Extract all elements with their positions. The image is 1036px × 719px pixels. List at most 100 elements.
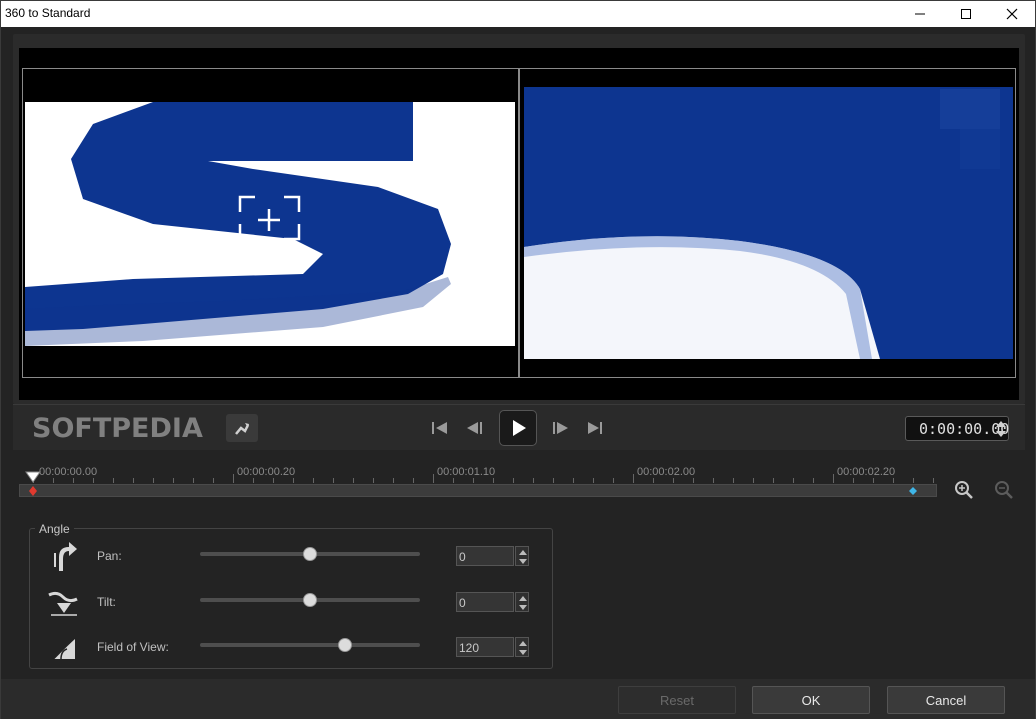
ruler-tick bbox=[713, 478, 714, 483]
source-image bbox=[25, 102, 515, 346]
keyframe-end bbox=[909, 487, 917, 495]
ruler-tick bbox=[433, 474, 434, 483]
close-button[interactable] bbox=[989, 1, 1035, 27]
pan-spinner[interactable] bbox=[515, 546, 529, 566]
step-forward-button[interactable] bbox=[550, 417, 572, 439]
ruler-tick bbox=[933, 478, 934, 483]
fov-spinner[interactable] bbox=[515, 637, 529, 657]
footer-bar bbox=[1, 679, 1035, 719]
ruler-tick bbox=[373, 478, 374, 483]
ruler-tick bbox=[593, 478, 594, 483]
tick-label: 00:00:01.10 bbox=[437, 466, 496, 478]
tilt-spinner[interactable] bbox=[515, 592, 529, 612]
ruler-tick bbox=[853, 478, 854, 483]
ruler-tick bbox=[493, 478, 494, 483]
output-image bbox=[524, 87, 1013, 359]
minimize-button[interactable] bbox=[897, 1, 943, 27]
fov-label: Field of View: bbox=[97, 640, 169, 654]
tick-label: 00:00:02.20 bbox=[837, 466, 896, 478]
ruler-tick bbox=[413, 478, 414, 483]
ruler-tick bbox=[173, 478, 174, 483]
ok-button[interactable]: OK bbox=[752, 686, 870, 714]
reset-button[interactable]: Reset bbox=[618, 686, 736, 714]
step-back-icon bbox=[467, 422, 482, 434]
fov-slider[interactable] bbox=[200, 643, 420, 647]
zoom-out-icon bbox=[995, 481, 1013, 499]
tilt-slider-thumb[interactable] bbox=[303, 593, 317, 607]
cancel-button[interactable]: Cancel bbox=[887, 686, 1005, 714]
zoom-out-button[interactable] bbox=[994, 480, 1014, 500]
ruler-tick bbox=[93, 478, 94, 483]
dialog-window: 360 to Standard SOFTPEDIA 0:00:00.00 00:… bbox=[0, 0, 1036, 719]
ruler-tick bbox=[773, 478, 774, 483]
ruler-tick bbox=[233, 474, 234, 483]
timecode-spinner[interactable] bbox=[995, 419, 1007, 439]
pan-label: Pan: bbox=[97, 549, 122, 563]
ruler-tick bbox=[813, 478, 814, 483]
ruler-tick bbox=[873, 478, 874, 483]
skip-to-end-button[interactable] bbox=[584, 417, 606, 439]
zoom-in-icon bbox=[955, 481, 973, 499]
timecode-field[interactable]: 0:00:00.00 bbox=[905, 416, 1009, 441]
ruler-tick bbox=[313, 478, 314, 483]
skip-to-start-button[interactable] bbox=[429, 417, 451, 439]
ruler-tick bbox=[273, 478, 274, 483]
minimize-icon bbox=[915, 13, 925, 15]
ruler-tick bbox=[753, 478, 754, 483]
playhead-handle[interactable] bbox=[25, 471, 41, 483]
ruler-tick bbox=[913, 478, 914, 483]
play-button[interactable] bbox=[499, 410, 537, 446]
step-forward-icon bbox=[553, 422, 568, 434]
standard-output-preview bbox=[519, 68, 1016, 378]
window-title: 360 to Standard bbox=[5, 6, 91, 20]
ruler-tick bbox=[673, 478, 674, 483]
ruler-tick bbox=[653, 478, 654, 483]
tick-label: 00:00:00.00 bbox=[39, 466, 98, 478]
pan-slider-thumb[interactable] bbox=[303, 547, 317, 561]
ruler-tick bbox=[133, 478, 134, 483]
title-bar: 360 to Standard bbox=[1, 1, 1035, 27]
pan-icon bbox=[54, 542, 77, 571]
ruler-tick bbox=[693, 478, 694, 483]
ruler-tick bbox=[793, 478, 794, 483]
tilt-icon bbox=[48, 591, 78, 616]
timeline-ruler: 00:00:00.00 00:00:00.20 00:00:01.10 00:0… bbox=[19, 463, 937, 483]
maximize-button[interactable] bbox=[943, 1, 989, 27]
play-icon bbox=[513, 420, 526, 436]
pan-value-input[interactable]: 0 bbox=[456, 546, 514, 566]
ruler-tick bbox=[553, 478, 554, 483]
keyframe-start bbox=[29, 486, 37, 496]
ruler-tick bbox=[393, 478, 394, 483]
source-360-preview[interactable] bbox=[22, 68, 519, 378]
ruler-tick bbox=[353, 478, 354, 483]
rotate-icon bbox=[235, 423, 250, 435]
ruler-tick bbox=[113, 478, 114, 483]
tick-label: 00:00:02.00 bbox=[637, 466, 696, 478]
field-of-view-icon bbox=[52, 639, 75, 660]
ruler-tick bbox=[53, 478, 54, 483]
fov-value-input[interactable]: 120 bbox=[456, 637, 514, 657]
close-icon bbox=[1006, 8, 1018, 20]
ruler-tick bbox=[893, 478, 894, 483]
ruler-tick bbox=[253, 478, 254, 483]
ruler-tick bbox=[293, 478, 294, 483]
angle-group-label: Angle bbox=[35, 522, 74, 536]
step-back-button[interactable] bbox=[463, 417, 485, 439]
timeline-track[interactable] bbox=[19, 484, 937, 497]
ruler-tick bbox=[193, 478, 194, 483]
ruler-tick bbox=[533, 478, 534, 483]
ruler-tick bbox=[453, 478, 454, 483]
ruler-tick bbox=[833, 474, 834, 483]
ruler-tick bbox=[213, 478, 214, 483]
keyframe-markers bbox=[29, 486, 917, 496]
watermark: SOFTPEDIA bbox=[32, 413, 203, 444]
tilt-value-input[interactable]: 0 bbox=[456, 592, 514, 612]
rotate-button[interactable] bbox=[226, 414, 258, 442]
ruler-tick bbox=[73, 478, 74, 483]
ruler-tick bbox=[473, 478, 474, 483]
zoom-in-button[interactable] bbox=[954, 480, 974, 500]
ruler-tick bbox=[153, 478, 154, 483]
skip-to-end-icon bbox=[588, 422, 602, 434]
ruler-tick bbox=[513, 478, 514, 483]
tilt-label: Tilt: bbox=[97, 595, 116, 609]
